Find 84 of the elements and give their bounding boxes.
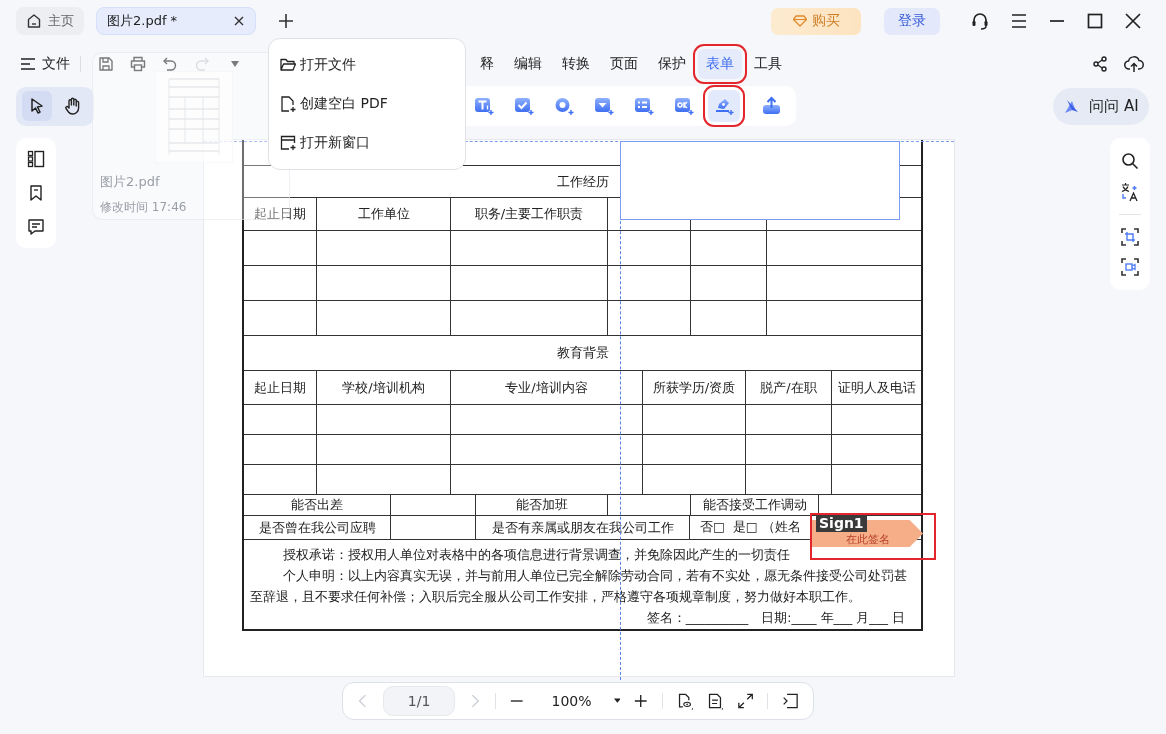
table-cell [244,231,316,265]
crop-icon[interactable] [1121,227,1139,246]
table-cell: 能否加班 [476,495,607,515]
field-name-label: Sign1 [816,515,867,532]
menu-tab[interactable]: 保护 [650,49,694,79]
login-button[interactable]: 登录 [884,7,940,35]
pointer-icon [28,97,46,115]
column-header: 脱产/在职 [746,371,831,404]
column-header: 专业/培训内容 [451,371,642,404]
checkbox-icon [514,96,534,116]
translate-icon[interactable] [1121,182,1139,203]
table-cell [244,465,316,494]
zoom-level[interactable]: 100% [551,693,592,709]
menu-tab[interactable]: 释 [472,49,502,79]
print-icon[interactable] [130,56,146,72]
new-window-icon [280,135,296,152]
menu-tab[interactable]: 页面 [602,49,646,79]
tab[interactable]: 图片2.pdf * [96,7,256,35]
close-icon[interactable] [233,15,245,27]
file-name: 图片2.pdf [100,173,160,191]
zoom-in-icon[interactable] [634,693,648,709]
text-icon [474,96,494,116]
button-icon [674,96,694,116]
table-cell: 能否出差 [244,495,390,515]
radio-icon [554,96,574,116]
hand-icon [64,97,82,115]
menu-item[interactable]: 打开新窗口 [269,128,465,159]
tab[interactable]: 主页 [16,7,84,35]
menu-icon [20,57,36,71]
menu-tab[interactable]: 工具 [746,49,790,79]
diamond-icon [792,15,807,27]
column-header: 职务/主要工作职责 [451,198,607,230]
declaration-text: 授权承诺：授权用人单位对表格中的各项信息进行背景调查，并免除因此产生的一切责任 [281,546,791,564]
bookmark-icon[interactable] [27,184,45,202]
cloud-upload-icon[interactable] [1124,55,1144,73]
table-cell: 否□ 是□ （姓名 [700,519,801,536]
export-icon [762,96,782,116]
dropdown-icon [594,96,614,116]
new-file-icon [280,96,296,112]
table-cell [244,301,316,335]
menu-tab[interactable]: 转换 [554,49,598,79]
pointer-tool[interactable] [22,91,52,121]
column-header: 所获学历/资质 [643,371,745,404]
screen-capture-icon[interactable] [1121,257,1139,276]
section-title: 教育背景 [244,336,921,370]
column-header: 起止日期 [244,198,316,230]
menu-tab[interactable]: 编辑 [506,49,550,79]
menu-icon[interactable] [1010,13,1028,29]
comment-icon[interactable] [27,218,45,236]
table-cell [244,435,316,464]
caret-icon[interactable] [613,698,621,704]
signature-line: 签名：__________ 日期:____ 年___ 月___ 日 [646,609,905,627]
headset-icon[interactable] [970,11,990,31]
search-icon[interactable] [1121,152,1139,171]
table-cell: 能否接受工作调动 [691,495,818,515]
table-cell [244,405,316,434]
undo-icon[interactable] [162,56,178,72]
exit-icon[interactable] [782,692,800,710]
ask-ai-button[interactable]: 问问 AI [1053,87,1149,125]
view-mode-icon[interactable] [676,691,694,711]
file-menu[interactable]: 文件 [20,55,70,73]
page-number-field[interactable]: 1/1 [382,686,456,716]
fit-width-icon[interactable] [738,692,754,710]
save-icon[interactable] [98,56,114,72]
menu-item[interactable]: 打开文件 [269,49,465,80]
signature-icon [714,96,734,116]
folder-icon [280,57,296,72]
home-icon [26,13,42,29]
column-header: 工作单位 [317,198,450,230]
menu-item[interactable]: 创建空白 PDF [269,89,465,119]
table-cell [244,266,316,300]
close-icon[interactable] [1124,13,1142,29]
form-field[interactable] [620,141,900,220]
share-icon[interactable] [1092,56,1108,72]
add-tab-icon[interactable] [278,13,294,29]
modified-time: 修改时间 17:46 [100,199,187,216]
maximize-icon[interactable] [1086,13,1104,29]
list-icon [634,96,654,116]
column-header: 起止日期 [244,371,316,404]
column-header: 学校/培训机构 [317,371,450,404]
table-cell: 是否曾在我公司应聘 [244,516,390,539]
column-header: 证明人及电话 [832,371,921,404]
document-icon[interactable] [707,691,725,711]
thumbnails-icon[interactable] [27,150,45,168]
